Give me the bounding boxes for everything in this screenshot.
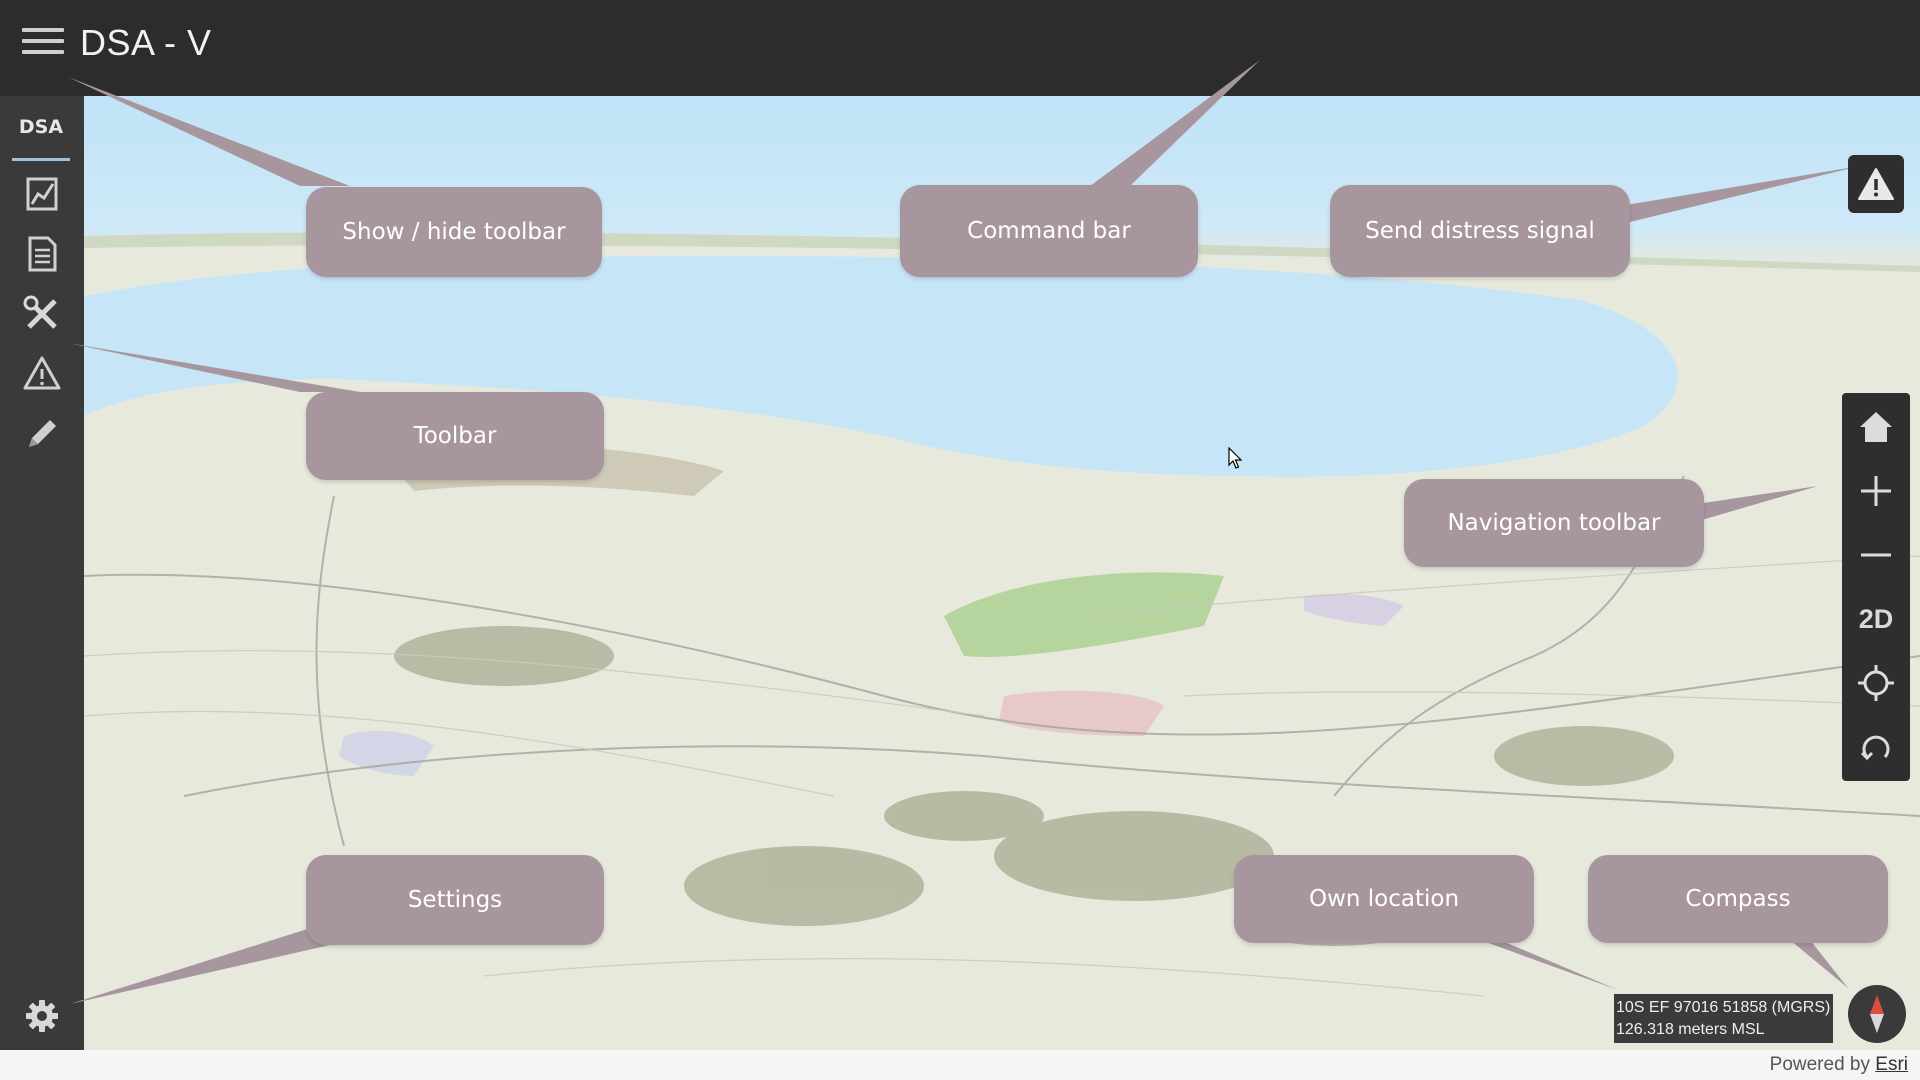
callout-navigation-toolbar: Navigation toolbar bbox=[1404, 479, 1704, 567]
attribution: Powered by Esri bbox=[1769, 1054, 1908, 1075]
tools-icon[interactable] bbox=[20, 292, 64, 336]
rotate-icon[interactable] bbox=[1846, 717, 1906, 777]
app-title: DSA - V bbox=[80, 22, 212, 63]
callout-settings: Settings bbox=[306, 855, 604, 945]
toggle-2d-button[interactable]: 2D bbox=[1846, 589, 1906, 649]
callout-toolbar: Toolbar bbox=[306, 392, 604, 480]
zoom-out-icon[interactable] bbox=[1846, 525, 1906, 585]
send-distress-button[interactable] bbox=[1848, 155, 1904, 213]
toolbar: DSA bbox=[0, 96, 84, 1050]
mouse-cursor-icon bbox=[1228, 447, 1243, 469]
tab-dsa[interactable]: DSA bbox=[12, 108, 70, 161]
compass-icon[interactable] bbox=[1848, 985, 1906, 1043]
callout-compass: Compass bbox=[1588, 855, 1888, 943]
top-bar: DSA - V bbox=[0, 0, 1920, 96]
home-icon[interactable] bbox=[1846, 397, 1906, 457]
document-icon[interactable] bbox=[20, 232, 64, 276]
navigation-toolbar: 2D bbox=[1842, 393, 1910, 781]
locate-icon[interactable] bbox=[1846, 653, 1906, 713]
callout-own-location: Own location bbox=[1234, 855, 1534, 943]
callout-show-hide-toolbar: Show / hide toolbar bbox=[306, 187, 602, 277]
zoom-in-icon[interactable] bbox=[1846, 461, 1906, 521]
hamburger-menu-icon[interactable] bbox=[22, 28, 64, 68]
gear-icon[interactable] bbox=[22, 996, 62, 1036]
report-chart-icon[interactable] bbox=[20, 172, 64, 216]
warning-icon bbox=[1858, 168, 1894, 200]
attribution-bar: Powered by Esri bbox=[0, 1050, 1920, 1080]
warning-icon[interactable] bbox=[20, 352, 64, 396]
altitude-readout: 126.318 meters MSL bbox=[1616, 1021, 1765, 1038]
own-location-readout: 10S EF 97016 51858 (MGRS) 126.318 meters… bbox=[1614, 994, 1833, 1043]
pencil-icon[interactable] bbox=[20, 412, 64, 456]
callout-send-distress-signal: Send distress signal bbox=[1330, 185, 1630, 277]
mgrs-coordinates: 10S EF 97016 51858 (MGRS) bbox=[1616, 999, 1831, 1016]
callout-command-bar: Command bar bbox=[900, 185, 1198, 277]
esri-link[interactable]: Esri bbox=[1875, 1054, 1908, 1075]
